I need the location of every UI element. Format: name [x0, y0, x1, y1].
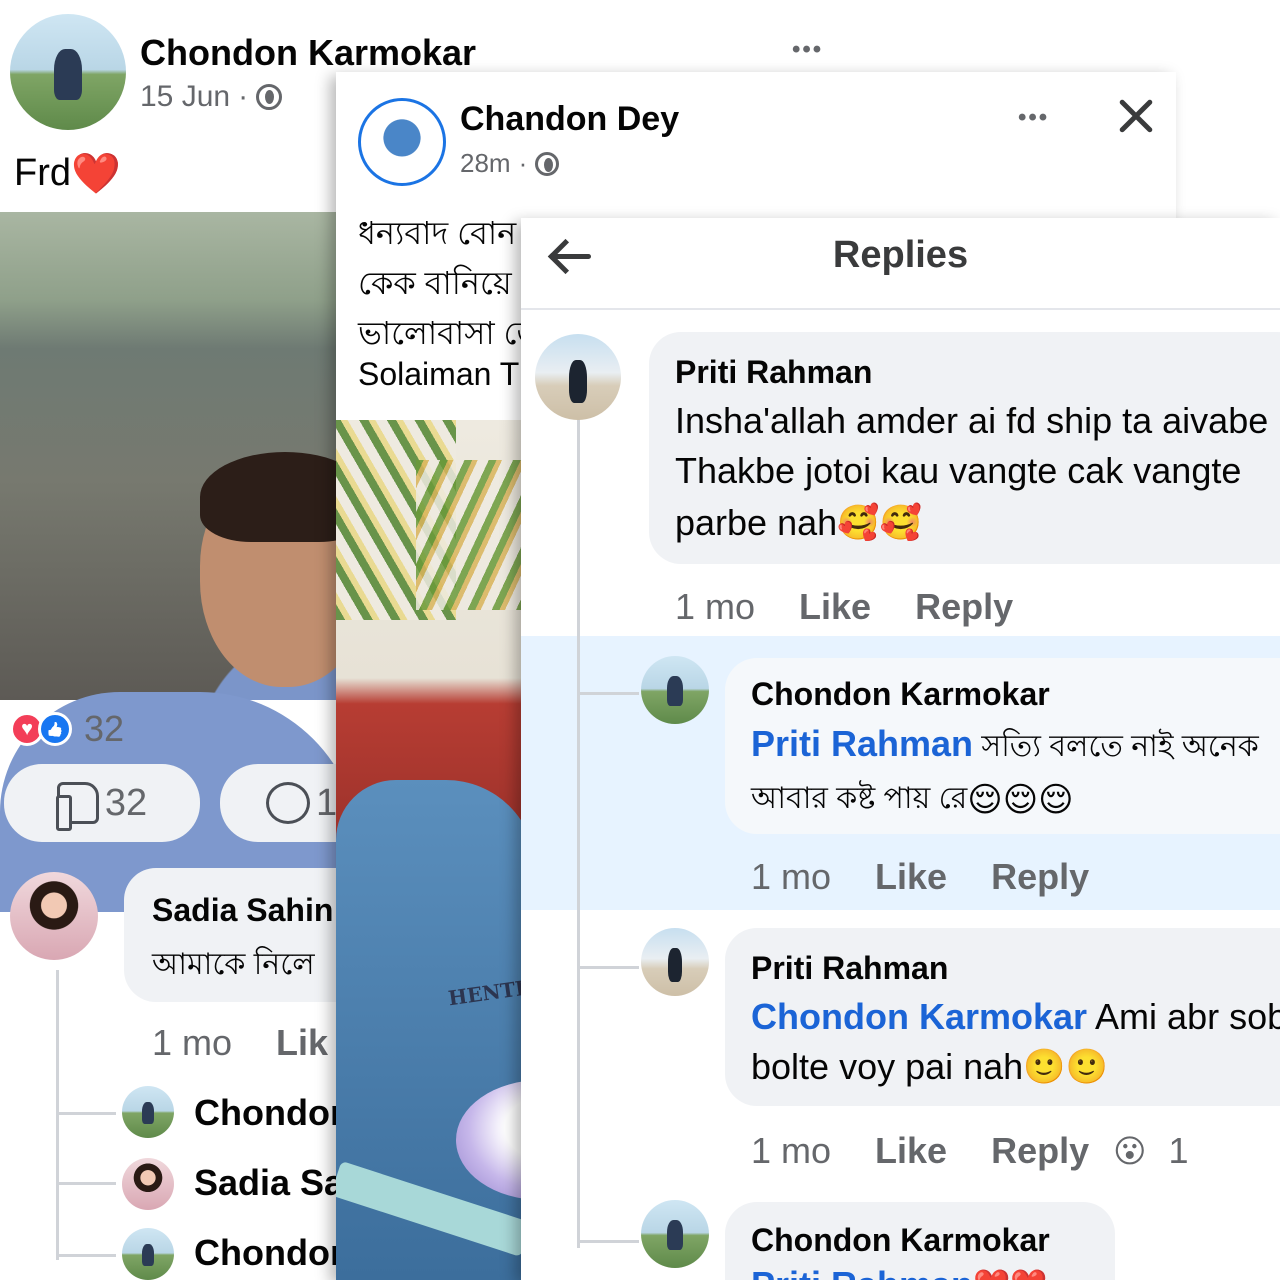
post-meta: 15 Jun · — [140, 80, 283, 114]
commenter-avatar[interactable] — [10, 872, 98, 960]
more-options-icon[interactable]: ••• — [792, 36, 823, 64]
reply-time[interactable]: 1 mo — [675, 586, 755, 628]
reply-text-line: Priti Rahman সত্যি বলতে নাই অনেক — [751, 722, 1259, 773]
post-time[interactable]: 15 Jun — [140, 80, 230, 114]
heart-emoji: ❤️❤️ — [973, 1268, 1048, 1280]
reply-mention[interactable]: Priti Rahman — [751, 723, 973, 764]
meta-separator: · — [238, 80, 249, 113]
caption-text: Frd — [14, 152, 71, 194]
more-options-icon[interactable]: ••• — [1018, 104, 1049, 132]
slight-smile-emoji: 🙂🙂 — [1023, 1047, 1108, 1087]
thread-branch — [579, 1240, 639, 1243]
reply-like-link[interactable]: Like — [875, 1130, 947, 1172]
comment-icon — [266, 782, 310, 824]
reply-text-line: Chondon Karmokar Ami abr sob — [751, 996, 1280, 1038]
reply-reaction[interactable]: 😮 1 — [1113, 1130, 1188, 1172]
wow-reaction-icon: 😮 — [1113, 1132, 1147, 1170]
reply-avatar[interactable] — [641, 656, 709, 724]
reply-text-line: parbe nah 🥰🥰 — [675, 502, 922, 544]
reply-text: bolte voy pai nah — [751, 1046, 1024, 1087]
reply-reply-link[interactable]: Reply — [991, 856, 1089, 898]
replies-panel: Replies Priti Rahman Insha'allah amder a… — [521, 218, 1280, 1280]
reply-author[interactable]: Chondon Karmokar — [751, 1222, 1050, 1259]
thumbs-up-icon — [55, 782, 99, 831]
author-name[interactable]: Chandon Dey — [460, 100, 679, 139]
photo-palm — [416, 460, 526, 610]
reply-text-line: Insha'allah amder ai fd ship ta aivabe — [675, 400, 1269, 441]
reply-actions: 1 mo Like Reply — [751, 856, 1089, 898]
post-meta: 28m · — [460, 148, 560, 179]
reply-text: Ami abr sob — [1087, 996, 1280, 1037]
thread-branch — [579, 966, 639, 969]
author-name[interactable]: Chondon Karmokar — [140, 32, 476, 74]
like-count: 32 — [104, 781, 148, 824]
reply-like-link[interactable]: Like — [799, 586, 871, 628]
replies-header: Replies — [521, 218, 1280, 310]
reply-author[interactable]: Priti Rahman — [675, 354, 872, 391]
like-reaction-icon — [38, 712, 72, 746]
comment-actions: 1 mo Lik — [152, 1022, 328, 1064]
heart-emoji: ❤️ — [71, 151, 121, 197]
globe-icon — [535, 151, 560, 176]
reply-avatar[interactable] — [641, 1200, 709, 1268]
reply-author[interactable]: Chondon Karmokar — [751, 676, 1050, 713]
reply-time[interactable]: 1 mo — [751, 856, 831, 898]
reply-text: আবার কষ্ট পায় রে — [751, 782, 968, 815]
reply-text-line: আবার কষ্ট পায় রে 😌😌😌 — [751, 774, 1074, 825]
reaction-count: 32 — [84, 708, 125, 749]
reply-avatar[interactable] — [641, 928, 709, 996]
reply-actions: 1 mo Like Reply 😮 1 — [751, 1130, 1189, 1172]
reply-avatar[interactable] — [122, 1086, 174, 1138]
reply-text-line: Thakbe jotoi kau vangte cak vangte — [675, 450, 1242, 491]
reply-text: parbe nah — [675, 502, 838, 543]
like-button[interactable]: 32 — [4, 764, 200, 842]
thread-line — [577, 398, 580, 1248]
reply-author[interactable]: Priti Rahman — [751, 950, 948, 987]
meta-separator: · — [518, 148, 528, 178]
comment-count: 1 — [316, 781, 338, 824]
author-avatar[interactable] — [358, 98, 446, 186]
thread-branch — [56, 1182, 116, 1185]
reply-avatar[interactable] — [122, 1228, 174, 1280]
thread-branch — [579, 692, 639, 695]
reply-preview-name[interactable]: Chondor — [194, 1092, 344, 1134]
author-avatar[interactable] — [10, 14, 126, 130]
reaction-summary[interactable]: 32 — [10, 708, 124, 750]
globe-icon — [256, 84, 283, 110]
smiling-hearts-emoji: 🥰🥰 — [837, 503, 922, 543]
thread-branch — [56, 1254, 116, 1257]
reply-reply-link[interactable]: Reply — [991, 1130, 1089, 1172]
post-text: ধন্যবাদ বোন — [358, 215, 517, 251]
post-caption: Frd ❤️ — [14, 150, 121, 197]
thread-branch — [56, 1112, 116, 1115]
post-text-line: ধন্যবাদ বোন — [358, 208, 516, 262]
comment-like-link[interactable]: Lik — [276, 1022, 328, 1064]
reply-avatar[interactable] — [122, 1158, 174, 1210]
reply-reaction-count: 1 — [1168, 1130, 1189, 1171]
close-icon[interactable] — [1116, 94, 1156, 138]
comment-text: আমাকে নিলে — [152, 948, 315, 981]
reply-text: সত্যি বলতে নাই অনেক — [973, 730, 1259, 763]
reply-preview-name[interactable]: Sadia Sa — [194, 1162, 344, 1204]
reply-mention[interactable]: Chondon Karmokar — [751, 996, 1087, 1037]
post-text-line: Solaiman T — [358, 356, 520, 392]
reply-like-link[interactable]: Like — [875, 856, 947, 898]
thread-line — [56, 970, 59, 1260]
reply-text-line: Priti Rahman ❤️❤️ — [751, 1264, 1048, 1280]
reply-reply-link[interactable]: Reply — [915, 586, 1013, 628]
reply-actions: 1 mo Like Reply — [675, 586, 1013, 628]
commenter-name[interactable]: Sadia Sahin — [152, 892, 333, 929]
comment-time[interactable]: 1 mo — [152, 1022, 232, 1064]
post-time[interactable]: 28m — [460, 148, 511, 179]
reply-avatar[interactable] — [535, 334, 621, 420]
post-text-line: কেক বানিয়ে — [358, 265, 512, 301]
reply-text-line: bolte voy pai nah 🙂🙂 — [751, 1046, 1108, 1088]
replies-title: Replies — [832, 234, 969, 276]
reply-preview-name[interactable]: Chondor — [194, 1232, 344, 1274]
reply-mention[interactable]: Priti Rahman — [751, 1264, 973, 1280]
relieved-face-emoji: 😌😌😌 — [967, 779, 1074, 820]
reply-time[interactable]: 1 mo — [751, 1130, 831, 1172]
